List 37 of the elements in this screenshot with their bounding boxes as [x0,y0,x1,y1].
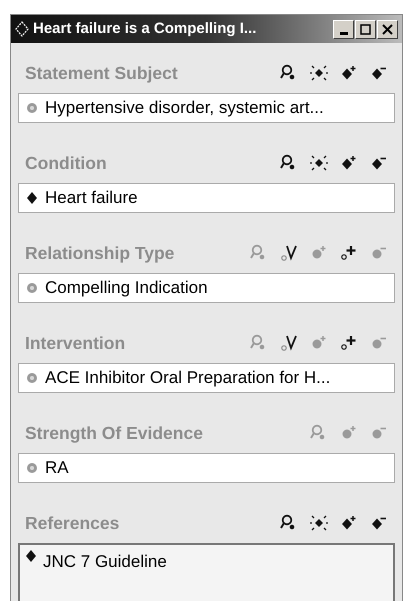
ring-icon [26,282,38,294]
value-text: JNC 7 Guideline [43,551,167,573]
section-label: References [25,512,120,535]
section-label: Condition [25,152,107,175]
value-text: ACE Inhibitor Oral Preparation for H... [45,367,330,390]
close-button[interactable] [377,20,398,38]
sparkle-diamond-icon[interactable] [309,63,329,83]
value-field[interactable]: Hypertensive disorder, systemic art... [18,93,395,123]
section-label: Strength Of Evidence [25,422,203,445]
section-label: Statement Subject [25,62,178,85]
v-check-icon[interactable] [279,333,299,353]
ring-icon [26,102,38,114]
window-title: Heart failure is a Compelling I... [33,18,256,39]
value-text: Compelling Indication [45,277,208,300]
maximize-button[interactable] [355,20,376,38]
sparkle-diamond-icon[interactable] [309,513,329,533]
value-field[interactable]: Compelling Indication [18,273,395,303]
value-field[interactable]: RA [18,453,395,483]
value-text: Heart failure [45,187,138,210]
v-check-icon[interactable] [279,243,299,263]
section-label: Relationship Type [25,242,174,265]
ring-icon [26,372,38,384]
ring-icon [26,462,38,474]
close-icon [380,22,395,36]
diamond-icon [25,549,37,563]
value-field[interactable]: ACE Inhibitor Oral Preparation for H... [18,363,395,393]
list-box[interactable]: JNC 7 Guideline [18,543,395,601]
sparkle-diamond-icon[interactable] [309,153,329,173]
diamond-icon [26,191,38,205]
value-text: RA [45,457,69,480]
maximize-icon [358,22,373,36]
value-field[interactable]: Heart failure [18,183,395,213]
minimize-icon [340,32,348,34]
minimize-button[interactable] [333,20,354,38]
section-label: Intervention [25,332,126,355]
value-text: Hypertensive disorder, systemic art... [45,97,324,120]
diamond-outline-icon [15,21,29,37]
